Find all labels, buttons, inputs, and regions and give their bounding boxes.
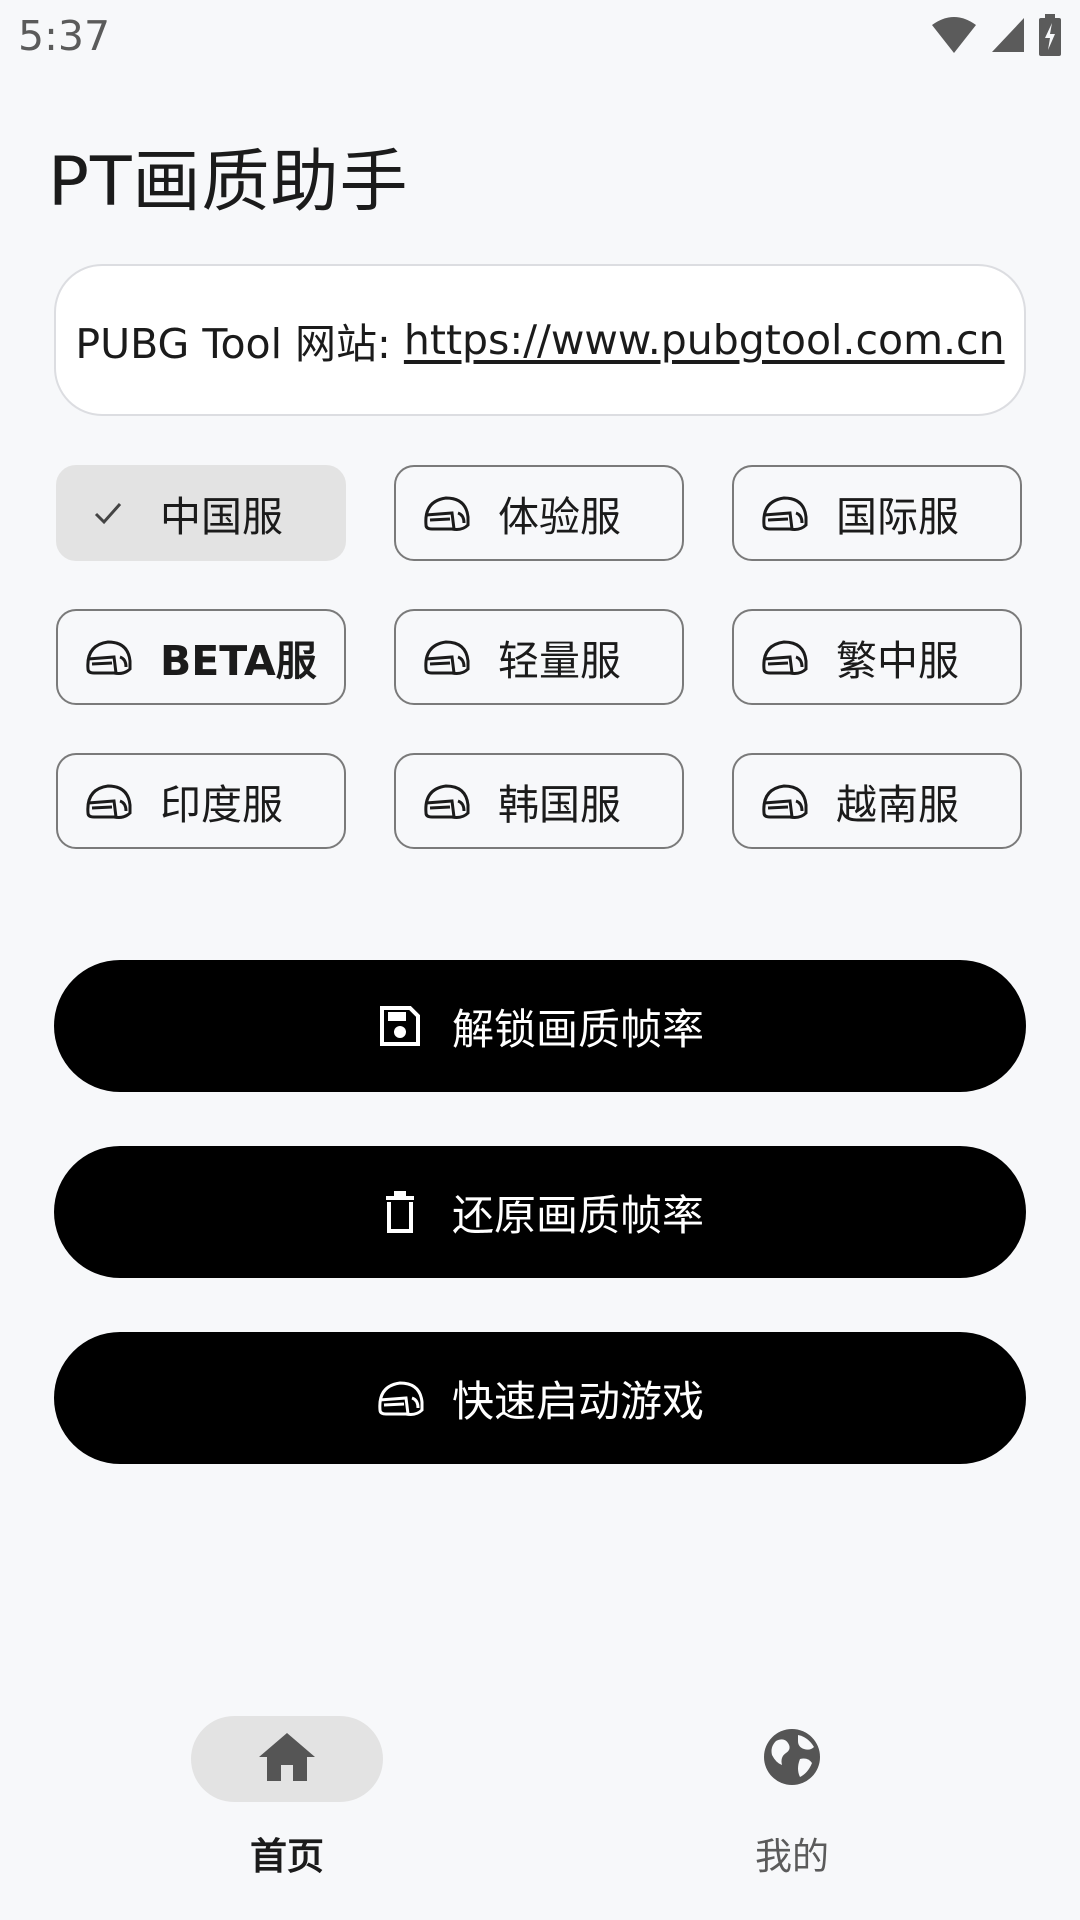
status-time: 5:37 xyxy=(18,12,111,60)
server-chip-vietnam[interactable]: 越南服 xyxy=(732,753,1022,849)
chip-label: 国际服 xyxy=(836,493,959,541)
server-chip-china[interactable]: 中国服 xyxy=(56,465,346,561)
helmet-icon xyxy=(760,777,808,825)
chip-label: 轻量服 xyxy=(498,637,621,685)
website-card: PUBG Tool 网站: https://www.pubgtool.com.c… xyxy=(54,264,1026,416)
server-chip-group: 中国服 体验服 国际服 BETA服 轻量服 繁中服 印度服 韩国服 越南服 xyxy=(56,465,1024,849)
server-chip-korea[interactable]: 韩国服 xyxy=(394,753,684,849)
globe-icon xyxy=(762,1727,822,1791)
trash-icon xyxy=(376,1188,424,1236)
server-chip-international[interactable]: 国际服 xyxy=(732,465,1022,561)
unlock-quality-button[interactable]: 解锁画质帧率 xyxy=(54,960,1026,1092)
server-chip-lite[interactable]: 轻量服 xyxy=(394,609,684,705)
status-bar: 5:37 xyxy=(0,0,1080,76)
helmet-icon xyxy=(84,633,132,681)
helmet-icon xyxy=(760,633,808,681)
server-chip-beta[interactable]: BETA服 xyxy=(56,609,346,705)
page-title: PT画质助手 xyxy=(48,143,409,222)
website-link[interactable]: https://www.pubgtool.com.cn xyxy=(404,316,1005,364)
server-chip-experience[interactable]: 体验服 xyxy=(394,465,684,561)
wifi-icon xyxy=(930,15,978,55)
quick-launch-game-button[interactable]: 快速启动游戏 xyxy=(54,1332,1026,1464)
nav-item-mine[interactable]: 我的 xyxy=(642,1700,942,1880)
server-chip-traditional-chinese[interactable]: 繁中服 xyxy=(732,609,1022,705)
helmet-icon xyxy=(422,489,470,537)
status-icons xyxy=(930,14,1062,56)
website-prefix: PUBG Tool 网站: xyxy=(75,320,404,368)
nav-item-home[interactable]: 首页 xyxy=(137,1700,437,1880)
chip-label: 印度服 xyxy=(160,781,283,829)
chip-label: BETA服 xyxy=(160,637,317,685)
chip-label: 体验服 xyxy=(498,493,621,541)
chip-label: 中国服 xyxy=(160,493,283,541)
quick-launch-game-label: 快速启动游戏 xyxy=(451,1376,704,1426)
server-chip-india[interactable]: 印度服 xyxy=(56,753,346,849)
chip-label: 越南服 xyxy=(836,781,959,829)
chip-label: 韩国服 xyxy=(498,781,621,829)
nav-label-home: 首页 xyxy=(250,1835,324,1878)
helmet-icon xyxy=(376,1374,424,1422)
unlock-quality-label: 解锁画质帧率 xyxy=(451,1004,704,1054)
cell-signal-icon xyxy=(990,16,1026,54)
check-icon xyxy=(84,489,132,537)
helmet-icon xyxy=(422,777,470,825)
nav-indicator xyxy=(696,1716,888,1802)
helmet-icon xyxy=(422,633,470,681)
restore-quality-button[interactable]: 还原画质帧率 xyxy=(54,1146,1026,1278)
save-icon xyxy=(376,1002,424,1050)
chip-label: 繁中服 xyxy=(836,637,959,685)
nav-indicator xyxy=(191,1716,383,1802)
restore-quality-label: 还原画质帧率 xyxy=(451,1190,704,1240)
battery-charging-icon xyxy=(1038,14,1062,56)
helmet-icon xyxy=(760,489,808,537)
nav-label-mine: 我的 xyxy=(755,1835,829,1878)
home-icon xyxy=(257,1731,317,1787)
helmet-icon xyxy=(84,777,132,825)
bottom-navigation: 首页 我的 xyxy=(0,1700,1080,1920)
